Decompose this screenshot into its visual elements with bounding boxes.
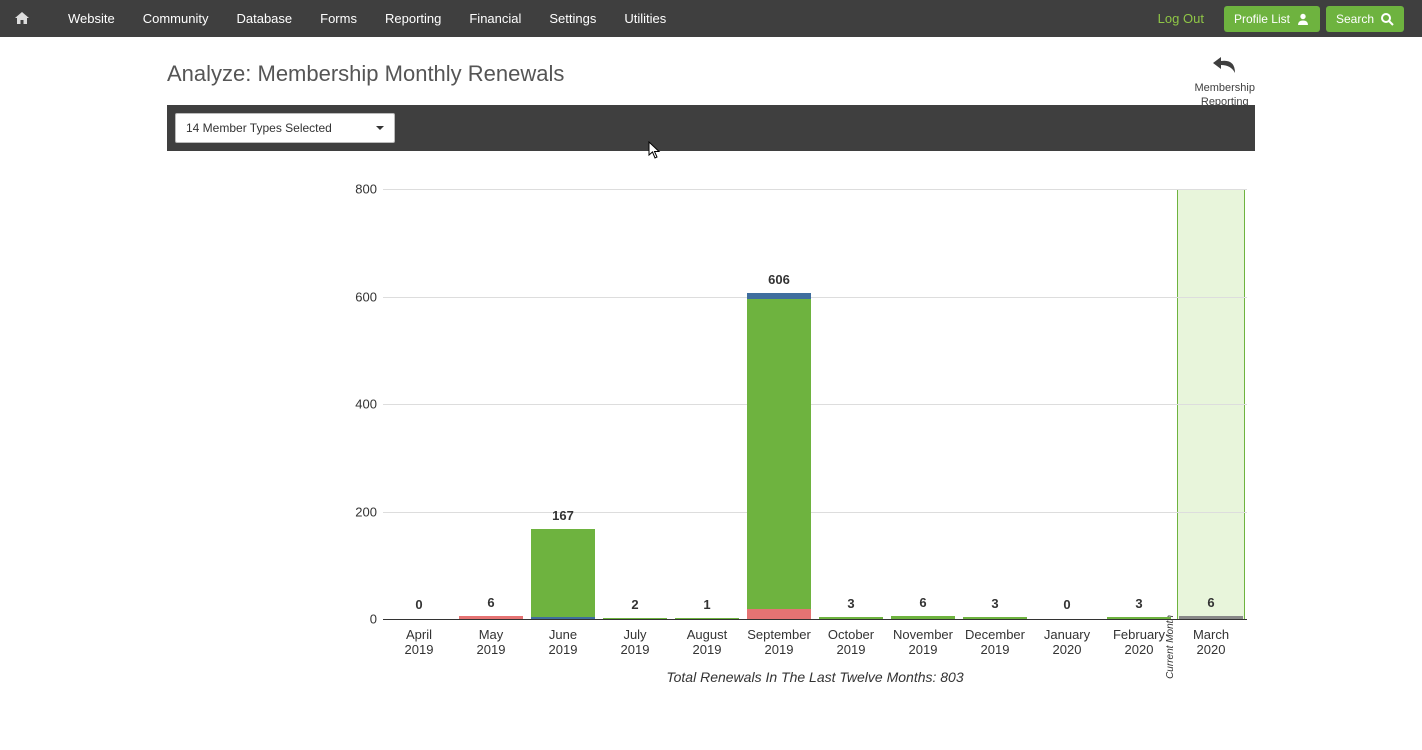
chevron-down-icon: [376, 126, 384, 130]
xtick-label: January2020: [1031, 627, 1103, 657]
bar-value-label: 0: [1035, 597, 1099, 618]
nav-financial[interactable]: Financial: [455, 0, 535, 37]
bar[interactable]: 6: [459, 616, 523, 619]
search-icon: [1380, 12, 1394, 26]
bar-segment: [1107, 617, 1171, 619]
bar-segment: [459, 616, 523, 619]
home-icon[interactable]: [14, 10, 54, 28]
bar-segment: [963, 617, 1027, 619]
bar-segment: [675, 618, 739, 619]
xtick-label: June2019: [527, 627, 599, 657]
bar-value-label: 6: [891, 595, 955, 616]
xtick-label: November2019: [887, 627, 959, 657]
xtick-label: September2019: [743, 627, 815, 657]
xtick-label: February2020: [1103, 627, 1175, 657]
logout-link[interactable]: Log Out: [1158, 11, 1204, 26]
xtick-label: October2019: [815, 627, 887, 657]
xtick-label: May2019: [455, 627, 527, 657]
search-button[interactable]: Search: [1326, 6, 1404, 32]
bar[interactable]: 3: [963, 617, 1027, 619]
xtick-label: March2020: [1175, 627, 1247, 657]
bar-segment: [531, 529, 595, 617]
bar-value-label: 606: [747, 272, 811, 293]
bar-segment: [531, 617, 595, 619]
xtick-label: April2019: [383, 627, 455, 657]
membership-reporting-back[interactable]: Membership Reporting: [1194, 53, 1255, 108]
ytick-label: 800: [167, 182, 377, 197]
chart: Current Month020040060080006167216063630…: [167, 181, 1255, 741]
bar[interactable]: 0: [387, 618, 451, 619]
filter-bar: 14 Member Types Selected: [167, 105, 1255, 151]
bar[interactable]: 0: [1035, 618, 1099, 619]
nav-reporting[interactable]: Reporting: [371, 0, 455, 37]
bar-value-label: 3: [963, 596, 1027, 617]
bar[interactable]: 606: [747, 293, 811, 619]
back-label-line2: Reporting: [1194, 96, 1255, 108]
profile-list-label: Profile List: [1234, 12, 1290, 26]
ytick-label: 600: [167, 289, 377, 304]
bar-segment: [819, 617, 883, 619]
top-nav: Website Community Database Forms Reporti…: [0, 0, 1422, 37]
bar-value-label: 0: [387, 597, 451, 618]
xtick-label: December2019: [959, 627, 1031, 657]
bar[interactable]: 1: [675, 618, 739, 619]
bar-segment: [891, 616, 955, 619]
x-axis: [383, 619, 1247, 620]
back-label-line1: Membership: [1194, 82, 1255, 94]
nav-database[interactable]: Database: [222, 0, 306, 37]
bar-value-label: 3: [819, 596, 883, 617]
bar[interactable]: 2: [603, 618, 667, 619]
nav-forms[interactable]: Forms: [306, 0, 371, 37]
user-icon: [1296, 12, 1310, 26]
bar-value-label: 2: [603, 597, 667, 618]
bar[interactable]: 6: [891, 616, 955, 619]
xtick-label: August2019: [671, 627, 743, 657]
bar-value-label: 1: [675, 597, 739, 618]
bar-segment: [747, 293, 811, 298]
bar-value-label: 167: [531, 508, 595, 529]
back-arrow-icon: [1211, 53, 1239, 75]
bar[interactable]: 3: [1107, 617, 1171, 619]
bar-segment: [747, 299, 811, 610]
chart-caption: Total Renewals In The Last Twelve Months…: [383, 669, 1247, 685]
bar-segment: [1179, 616, 1243, 619]
bar[interactable]: 167: [531, 529, 595, 619]
nav-settings[interactable]: Settings: [535, 0, 610, 37]
ytick-label: 400: [167, 397, 377, 412]
bar-value-label: 6: [459, 595, 523, 616]
member-types-select[interactable]: 14 Member Types Selected: [175, 113, 395, 143]
bar-segment: [747, 609, 811, 619]
ytick-label: 200: [167, 504, 377, 519]
ytick-label: 0: [167, 612, 377, 627]
bar-value-label: 6: [1179, 595, 1243, 616]
bar-segment: [603, 618, 667, 619]
member-types-select-label: 14 Member Types Selected: [186, 121, 332, 135]
bar-value-label: 3: [1107, 596, 1171, 617]
plot-area: 0 6 167 2 1 606 3 6 3 0 3 6: [383, 189, 1247, 619]
bar[interactable]: 6: [1179, 616, 1243, 619]
nav-utilities[interactable]: Utilities: [610, 0, 680, 37]
search-label: Search: [1336, 12, 1374, 26]
profile-list-button[interactable]: Profile List: [1224, 6, 1320, 32]
bar[interactable]: 3: [819, 617, 883, 619]
nav-community[interactable]: Community: [129, 0, 223, 37]
page-title: Analyze: Membership Monthly Renewals: [167, 61, 1255, 87]
xtick-label: July2019: [599, 627, 671, 657]
nav-website[interactable]: Website: [54, 0, 129, 37]
